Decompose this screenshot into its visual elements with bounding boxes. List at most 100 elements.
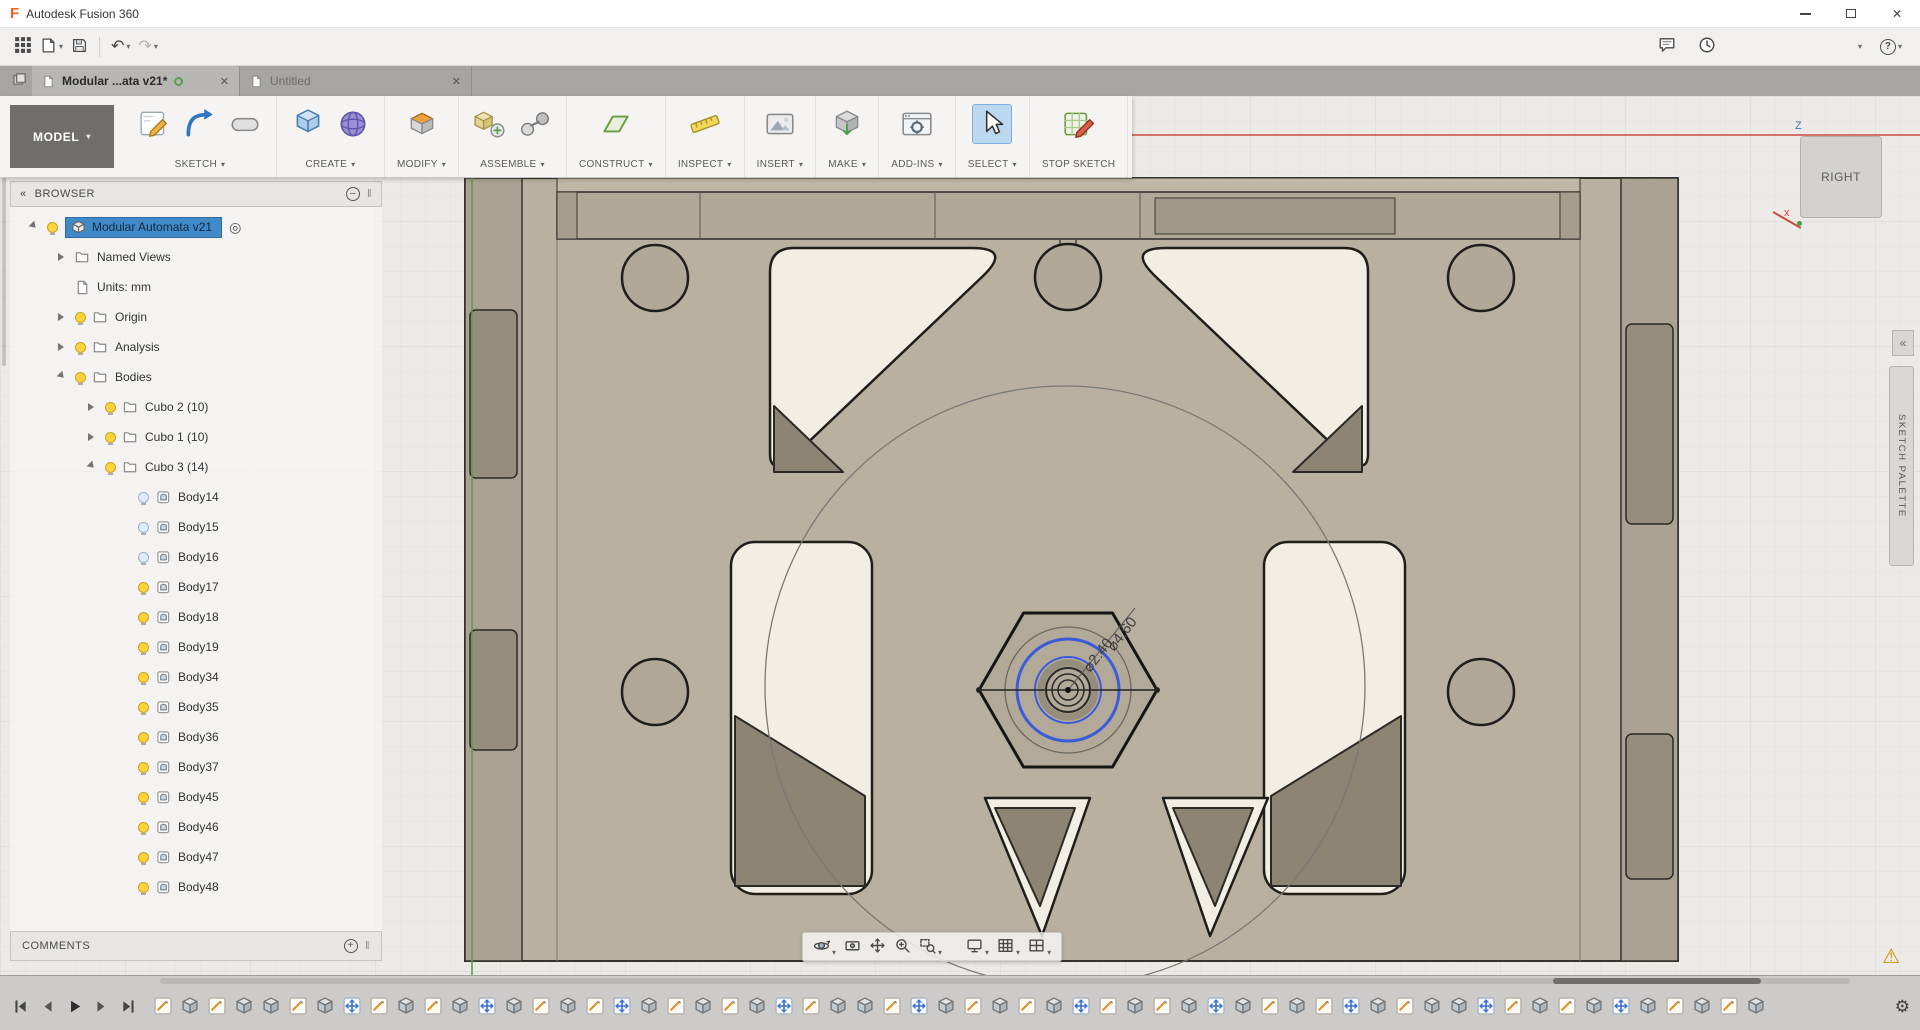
help-button[interactable]: ? ▾ [1876,32,1906,62]
tab-stack-icon[interactable] [6,66,32,96]
timeline-feature-extrude-16[interactable] [559,997,577,1015]
browser-item-body48[interactable]: Body48 [10,872,382,902]
timeline-feature-sketch-53[interactable] [1558,997,1576,1015]
timeline-feature-extrude-39[interactable] [1180,997,1198,1015]
viewports-button[interactable]: ▾ [1026,934,1053,960]
expander-icon[interactable] [88,433,98,441]
chevron-down-icon[interactable]: ▾ [938,948,942,957]
visibility-bulb-icon[interactable] [75,371,86,385]
sketch-palette-collapse-button[interactable]: « [1892,330,1914,356]
browser-item-cubo-2-10-[interactable]: Cubo 2 (10) [10,392,382,422]
browser-item-origin[interactable]: Origin [10,302,382,332]
timeline-feature-sketch-42[interactable] [1261,997,1279,1015]
document-tab-2[interactable]: Untitled ✕ [240,66,472,96]
timeline-feature-extrude-60[interactable] [1747,997,1765,1015]
pan-button[interactable] [867,934,888,960]
ribbon-group-label[interactable]: CREATE ▾ [306,159,356,170]
redo-button[interactable]: ↷ ▾ [134,32,161,62]
ribbon-group-label[interactable]: STOP SKETCH [1042,159,1116,170]
sketch-palette-tab[interactable]: SKETCH PALETTE [1889,366,1914,566]
browser-item-body17[interactable]: Body17 [10,572,382,602]
browser-item-body36[interactable]: Body36 [10,722,382,752]
timeline-feature-sketch-3[interactable] [208,997,226,1015]
stop-sketch-icon[interactable] [1060,105,1098,143]
timeline-feature-move-8[interactable] [343,997,361,1015]
browser-item-body15[interactable]: Body15 [10,512,382,542]
timeline-feature-sketch-28[interactable] [883,997,901,1015]
visibility-bulb-icon[interactable] [138,731,149,745]
timeline-feature-extrude-34[interactable] [1045,997,1063,1015]
drag-handle-icon[interactable]: ‖ [367,188,372,200]
visibility-bulb-icon[interactable] [138,881,149,895]
timeline-feature-move-18[interactable] [613,997,631,1015]
addins-scripts-icon[interactable] [898,105,936,143]
timeline-feature-move-29[interactable] [910,997,928,1015]
timeline-feature-move-13[interactable] [478,997,496,1015]
ribbon-group-label[interactable]: INSERT ▾ [757,159,804,170]
visibility-bulb-icon[interactable] [138,761,149,775]
go-to-start-button[interactable] [8,994,32,1018]
drag-handle-icon[interactable]: ‖ [365,940,370,952]
browser-item-units-mm[interactable]: Units: mm [10,272,382,302]
inspect-measure-icon[interactable] [686,105,724,143]
expander-icon[interactable] [58,253,68,261]
browser-item-cubo-3-14-[interactable]: Cubo 3 (14) [10,452,382,482]
visibility-bulb-icon[interactable] [138,851,149,865]
browser-item-cubo-1-10-[interactable]: Cubo 1 (10) [10,422,382,452]
browser-header[interactable]: « BROWSER – ‖ [10,181,382,207]
visibility-bulb-icon[interactable] [105,401,116,415]
workspace-selector[interactable]: MODEL ▾ [10,105,114,168]
go-to-end-button[interactable] [116,994,140,1018]
browser-item-body14[interactable]: Body14 [10,482,382,512]
visibility-bulb-icon[interactable] [138,701,149,715]
ribbon-group-construct[interactable]: CONSTRUCT ▾ [567,96,666,177]
timeline-feature-sketch-57[interactable] [1666,997,1684,1015]
ribbon-group-modify[interactable]: MODIFY ▾ [385,96,460,177]
ribbon-group-label[interactable]: ASSEMBLE ▾ [480,159,545,170]
visibility-bulb-icon[interactable] [138,821,149,835]
timeline-feature-extrude-12[interactable] [451,997,469,1015]
visibility-bulb-icon[interactable] [105,431,116,445]
visibility-bulb-icon[interactable] [47,221,58,235]
assemble-component-icon[interactable] [471,105,509,143]
chevron-down-icon[interactable]: ▾ [985,948,989,957]
create-form-icon[interactable] [334,105,372,143]
timeline-feature-move-45[interactable] [1342,997,1360,1015]
timeline-feature-extrude-2[interactable] [181,997,199,1015]
timeline-feature-sketch-33[interactable] [1018,997,1036,1015]
timeline-feature-extrude-56[interactable] [1639,997,1657,1015]
expander-icon[interactable] [58,343,68,351]
browser-display-toggle-icon[interactable]: – [345,187,360,201]
browser-item-body19[interactable]: Body19 [10,632,382,662]
timeline-feature-sketch-9[interactable] [370,997,388,1015]
root-selection-highlight[interactable]: Modular Automata v21 [65,216,223,238]
visibility-bulb-icon[interactable] [138,791,149,805]
maximize-button[interactable] [1828,0,1874,27]
visibility-bulb-icon[interactable] [138,491,149,505]
undo-button[interactable]: ↶ ▾ [107,32,134,62]
timeline-feature-extrude-48[interactable] [1423,997,1441,1015]
ribbon-group-stop-sketch[interactable]: STOP SKETCH [1030,96,1129,177]
timeline-feature-sketch-1[interactable] [154,997,172,1015]
timeline-feature-sketch-6[interactable] [289,997,307,1015]
ribbon-group-label[interactable]: ADD-INS ▾ [891,159,943,170]
timeline-feature-extrude-23[interactable] [748,997,766,1015]
timeline-feature-move-35[interactable] [1072,997,1090,1015]
timeline-settings-gear-icon[interactable]: ⚙ [1895,998,1910,1015]
timeline-feature-move-24[interactable] [775,997,793,1015]
insert-image-icon[interactable] [761,105,799,143]
comments-add-icon[interactable]: + [343,939,358,953]
timeline-feature-extrude-58[interactable] [1693,997,1711,1015]
timeline-feature-sketch-11[interactable] [424,997,442,1015]
timeline-feature-move-40[interactable] [1207,997,1225,1015]
timeline-feature-sketch-25[interactable] [802,997,820,1015]
app-grid-button[interactable] [10,32,36,62]
step-back-button[interactable] [35,994,59,1018]
timeline-feature-sketch-17[interactable] [586,997,604,1015]
ribbon-group-label[interactable]: MODIFY ▾ [397,159,446,170]
sketch-slot-icon[interactable] [226,105,264,143]
expander-icon[interactable] [56,370,70,384]
construct-plane-icon[interactable] [597,105,635,143]
ribbon-group-label[interactable]: SELECT ▾ [968,159,1017,170]
chevron-down-icon[interactable]: ▾ [832,948,836,957]
